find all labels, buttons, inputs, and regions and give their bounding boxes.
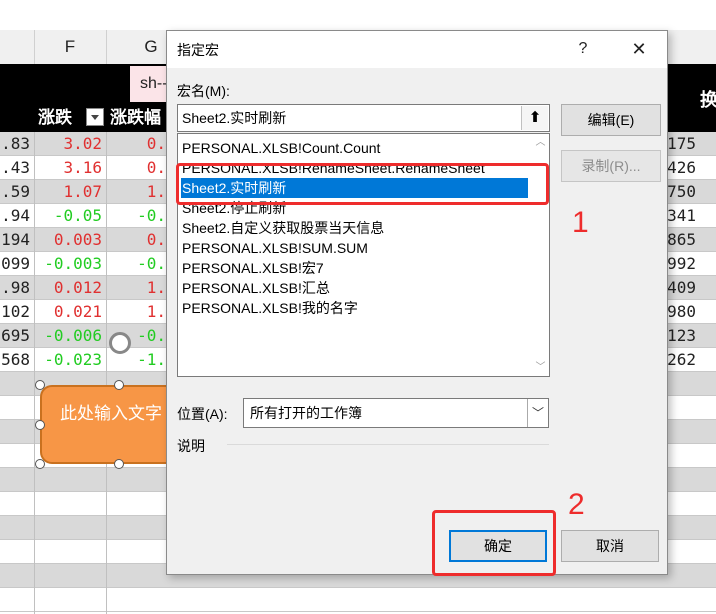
chevron-down-icon[interactable]: ﹀: [527, 399, 548, 427]
cell-price[interactable]: 695: [0, 324, 30, 347]
macro-list-item[interactable]: PERSONAL.XLSB!宏7: [181, 258, 528, 278]
help-button[interactable]: ?: [571, 37, 595, 61]
close-button[interactable]: ✕: [626, 37, 652, 61]
gridline: [106, 132, 107, 614]
resize-handle-icon[interactable]: [35, 459, 45, 469]
annotation-box-1: [176, 163, 549, 205]
cell-change[interactable]: 3.16: [34, 156, 102, 179]
header-change-percent: 涨跌幅: [110, 108, 161, 128]
macro-name-label: 宏名(M):: [177, 83, 230, 99]
gridline: [34, 132, 35, 614]
cell-change[interactable]: -0.003: [34, 252, 102, 275]
cell-change[interactable]: 0.012: [34, 276, 102, 299]
cell-change[interactable]: 0.021: [34, 300, 102, 323]
resize-handle-icon[interactable]: [35, 420, 45, 430]
macro-list-item[interactable]: PERSONAL.XLSB!SUM.SUM: [181, 238, 528, 258]
macro-list-item[interactable]: Sheet2.自定义获取股票当天信息: [181, 218, 528, 238]
cell-price[interactable]: .43: [0, 156, 30, 179]
resize-handle-icon[interactable]: [114, 459, 124, 469]
annotation-number-2: 2: [568, 488, 585, 521]
ribbon-area: [0, 0, 716, 30]
location-dropdown[interactable]: 所有打开的工作簿 ﹀: [243, 398, 549, 428]
cell-change-percent[interactable]: 0.: [106, 156, 166, 179]
macro-list-item[interactable]: PERSONAL.XLSB!汇总: [181, 278, 528, 298]
header-turnover: 换: [700, 90, 716, 110]
location-label: 位置(A):: [177, 406, 228, 422]
dialog-titlebar[interactable]: 指定宏 ? ✕: [167, 31, 667, 68]
cell-change-percent[interactable]: -0.: [106, 252, 166, 275]
column-header-e[interactable]: [0, 30, 35, 64]
cell-change-percent[interactable]: 1.: [106, 180, 166, 203]
cell-change-percent[interactable]: 0.: [106, 228, 166, 251]
resize-handle-icon[interactable]: [35, 380, 45, 390]
cell-price[interactable]: .94: [0, 204, 30, 227]
location-value: 所有打开的工作簿: [250, 405, 362, 421]
annotation-box-2: [432, 510, 556, 576]
cell-price[interactable]: 099: [0, 252, 30, 275]
scroll-up-icon[interactable]: ︿: [532, 134, 549, 151]
cell-price[interactable]: 102: [0, 300, 30, 323]
column-header-f[interactable]: F: [34, 30, 107, 64]
cell-price[interactable]: .98: [0, 276, 30, 299]
record-button[interactable]: 录制(R)...: [561, 150, 661, 182]
collapse-arrow-icon[interactable]: ⬆: [521, 106, 548, 130]
dialog-title: 指定宏: [177, 42, 219, 58]
cell-change[interactable]: 3.02: [34, 132, 102, 155]
cell-change-percent[interactable]: 1.: [106, 276, 166, 299]
cell-change-percent[interactable]: 0.: [106, 132, 166, 155]
scroll-down-icon[interactable]: ﹀: [532, 359, 549, 376]
cell-price[interactable]: .83: [0, 132, 30, 155]
resize-handle-icon[interactable]: [114, 380, 124, 390]
cancel-button[interactable]: 取消: [561, 530, 659, 562]
cell-change[interactable]: -0.006: [34, 324, 102, 347]
description-label: 说明: [177, 438, 205, 454]
assign-macro-dialog: 指定宏 ? ✕ 宏名(M): Sheet2.实时刷新 ⬆ PERSONAL.XL…: [166, 30, 668, 575]
macro-list-item[interactable]: PERSONAL.XLSB!Count.Count: [181, 138, 528, 158]
cell-change[interactable]: -0.05: [34, 204, 102, 227]
edit-button[interactable]: 编辑(E): [561, 104, 661, 136]
cell-price[interactable]: .59: [0, 180, 30, 203]
macro-list-item[interactable]: PERSONAL.XLSB!我的名字: [181, 298, 528, 318]
shape-text: 此处输入文字: [60, 404, 162, 423]
cell-change[interactable]: 1.07: [34, 180, 102, 203]
empty-row[interactable]: [0, 588, 716, 612]
description-divider: [227, 444, 549, 445]
header-change: 涨跌: [38, 108, 72, 128]
text-shape[interactable]: 此处输入文字: [40, 385, 178, 464]
annotation-number-1: 1: [572, 206, 589, 239]
cell-price[interactable]: 194: [0, 228, 30, 251]
cell-price[interactable]: 568: [0, 348, 30, 371]
cell-change[interactable]: -0.023: [34, 348, 102, 371]
cell-change-percent[interactable]: -0.: [106, 204, 166, 227]
macro-name-input[interactable]: Sheet2.实时刷新: [177, 104, 550, 132]
filter-dropdown-icon[interactable]: [86, 108, 104, 126]
cell-change-percent[interactable]: 1.: [106, 300, 166, 323]
cell-change[interactable]: 0.003: [34, 228, 102, 251]
rotate-handle-icon[interactable]: [109, 332, 131, 354]
